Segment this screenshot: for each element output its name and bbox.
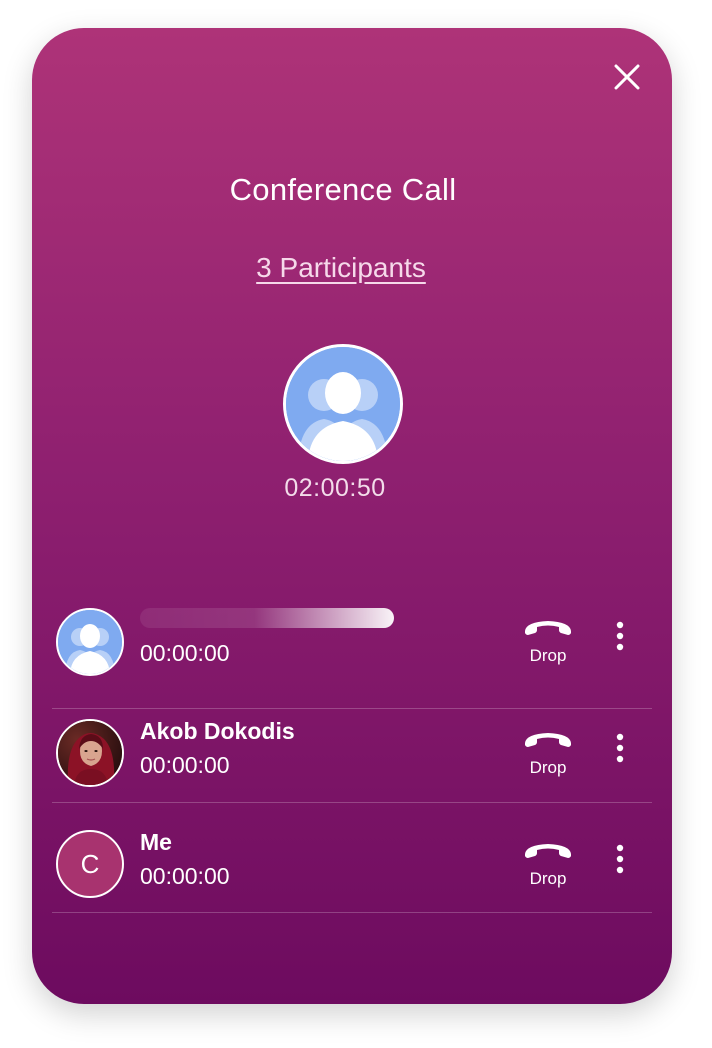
conference-call-panel: Conference Call 3 Participants 02:00:50	[32, 28, 672, 1004]
more-vertical-icon	[616, 844, 624, 874]
participant-time: 00:00:00	[140, 863, 230, 889]
drop-button[interactable]: Drop	[518, 616, 578, 666]
participant-row: Akob Dokodis 00:00:00 Drop	[52, 692, 652, 803]
participants-link[interactable]: 3 Participants	[32, 252, 650, 284]
close-button[interactable]	[612, 62, 642, 92]
drop-button[interactable]: Drop	[518, 839, 578, 889]
call-duration: 02:00:50	[284, 474, 386, 502]
participant-name: Akob Dokodis	[140, 718, 295, 744]
participant-name: Me	[140, 829, 172, 855]
hang-up-icon	[525, 733, 571, 747]
group-avatar-icon	[58, 610, 122, 674]
more-vertical-icon	[616, 733, 624, 763]
conference-avatar	[283, 344, 403, 464]
more-options-button[interactable]	[608, 620, 632, 654]
participant-time: 00:00:00	[140, 752, 230, 778]
participant-row: C Me 00:00:00 Drop	[52, 803, 652, 913]
drop-label: Drop	[529, 646, 567, 665]
participant-avatar	[56, 608, 124, 676]
more-options-button[interactable]	[608, 843, 632, 877]
call-title: Conference Call	[229, 172, 457, 207]
participant-photo	[58, 721, 122, 785]
close-icon	[614, 64, 640, 90]
name-loading-bar	[140, 608, 394, 628]
hang-up-icon	[525, 621, 571, 635]
more-vertical-icon	[616, 621, 624, 651]
group-avatar-icon	[286, 347, 400, 461]
drop-label: Drop	[529, 869, 567, 888]
participant-avatar	[56, 719, 124, 787]
more-options-button[interactable]	[608, 732, 632, 766]
participant-time: 00:00:00	[140, 640, 230, 666]
drop-button[interactable]: Drop	[518, 728, 578, 778]
hang-up-icon	[525, 844, 571, 858]
drop-label: Drop	[529, 758, 567, 777]
participant-avatar: C	[56, 830, 124, 898]
